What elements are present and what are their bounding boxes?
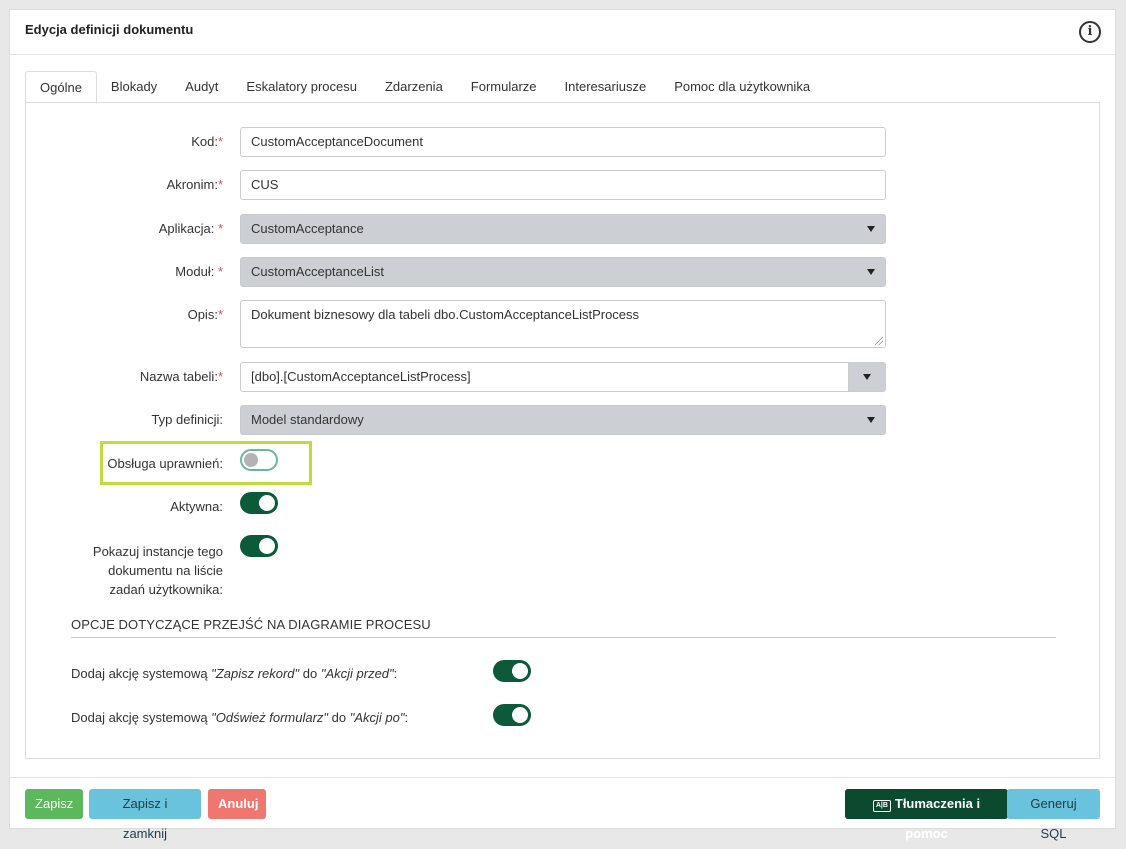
aktywna-toggle[interactable]	[240, 492, 278, 514]
tab-pomoc[interactable]: Pomoc dla użytkownika	[660, 71, 824, 102]
option-zapisz-rekord-toggle[interactable]	[493, 660, 531, 682]
opis-label: Opis:*	[187, 307, 223, 322]
save-and-close-button[interactable]: Zapisz i zamknij	[89, 789, 201, 841]
tab-interesariusze[interactable]: Interesariusze	[551, 71, 661, 102]
tab-content-general: Kod:* CustomAcceptanceDocument Akronim:*…	[25, 102, 1100, 759]
opis-value: Dokument biznesowy dla tabeli dbo.Custom…	[251, 307, 640, 322]
tab-formularze[interactable]: Formularze	[457, 71, 551, 102]
toggle-knob	[259, 538, 275, 554]
footer-bar: Zapisz Zapisz i zamknij Anuluj A|B Tłumac…	[10, 777, 1115, 841]
toggle-knob	[259, 495, 275, 511]
resize-handle-icon[interactable]	[875, 337, 883, 345]
obsluga-uprawnien-toggle[interactable]	[240, 449, 278, 471]
section-title: OPCJE DOTYCZĄCE PRZEJŚĆ NA DIAGRAMIE PRO…	[71, 617, 1056, 638]
toggle-knob	[512, 663, 528, 679]
modul-label: Moduł: *	[175, 264, 223, 279]
option-odswiez-formularz-toggle[interactable]	[493, 704, 531, 726]
modul-value: CustomAcceptanceList	[251, 264, 384, 279]
generate-sql-button[interactable]: Generuj SQL	[1007, 789, 1100, 841]
nazwa-tabeli-combo[interactable]: [dbo].[CustomAcceptanceListProcess]	[240, 362, 886, 392]
tab-zdarzenia[interactable]: Zdarzenia	[371, 71, 457, 102]
aplikacja-label: Aplikacja: *	[158, 221, 223, 236]
aplikacja-select[interactable]: CustomAcceptance	[240, 214, 886, 244]
save-button[interactable]: Zapisz	[25, 789, 83, 819]
option-zapisz-rekord-label: Dodaj akcję systemową "Zapisz rekord" do…	[71, 666, 398, 681]
obsluga-uprawnien-label: Obsługa uprawnień:	[107, 456, 223, 471]
caret-down-icon	[867, 417, 875, 423]
caret-down-icon	[867, 226, 875, 232]
caret-down-icon	[867, 269, 875, 275]
tab-eskalatory[interactable]: Eskalatory procesu	[232, 71, 371, 102]
caret-down-icon	[863, 374, 871, 380]
nazwa-tabeli-value: [dbo].[CustomAcceptanceListProcess]	[251, 369, 471, 384]
typ-definicji-value: Model standardowy	[251, 412, 364, 427]
tab-blokady[interactable]: Blokady	[97, 71, 171, 102]
opis-textarea[interactable]: Dokument biznesowy dla tabeli dbo.Custom…	[240, 300, 886, 348]
translations-label: Tłumaczenia i pomoc	[894, 796, 981, 841]
translations-help-button[interactable]: A|B Tłumaczenia i pomoc	[845, 789, 1008, 841]
typ-definicji-select[interactable]: Model standardowy	[240, 405, 886, 435]
pokazuj-toggle[interactable]	[240, 535, 278, 557]
cancel-button[interactable]: Anuluj	[208, 789, 266, 819]
aplikacja-value: CustomAcceptance	[251, 221, 364, 236]
combo-dropdown-button[interactable]	[848, 363, 885, 391]
toggle-knob	[512, 707, 528, 723]
akronim-label: Akronim:*	[166, 177, 223, 192]
aktywna-label: Aktywna:	[170, 499, 223, 514]
page-title: Edycja definicji dokumentu	[25, 22, 194, 37]
pokazuj-label: Pokazuj instancje tego dokumentu na liśc…	[92, 544, 223, 597]
tab-ogolne[interactable]: Ogólne	[25, 71, 97, 104]
nazwa-tabeli-label: Nazwa tabeli:*	[139, 369, 223, 384]
tab-audyt[interactable]: Audyt	[171, 71, 232, 102]
tab-bar: Ogólne Blokady Audyt Eskalatory procesu …	[25, 71, 824, 104]
info-icon[interactable]: i	[1079, 21, 1101, 43]
toggle-knob	[244, 453, 258, 467]
kod-input[interactable]: CustomAcceptanceDocument	[240, 127, 886, 157]
modul-select[interactable]: CustomAcceptanceList	[240, 257, 886, 287]
translate-icon: A|B	[872, 800, 891, 812]
panel-header: Edycja definicji dokumentu i	[10, 10, 1115, 55]
option-odswiez-formularz-label: Dodaj akcję systemową "Odśwież formularz…	[71, 710, 409, 725]
kod-label: Kod:*	[191, 134, 223, 149]
document-definition-panel: Edycja definicji dokumentu i Ogólne Blok…	[9, 9, 1116, 841]
akronim-input[interactable]: CUS	[240, 170, 886, 200]
typ-definicji-label: Typ definicji:	[151, 412, 223, 427]
